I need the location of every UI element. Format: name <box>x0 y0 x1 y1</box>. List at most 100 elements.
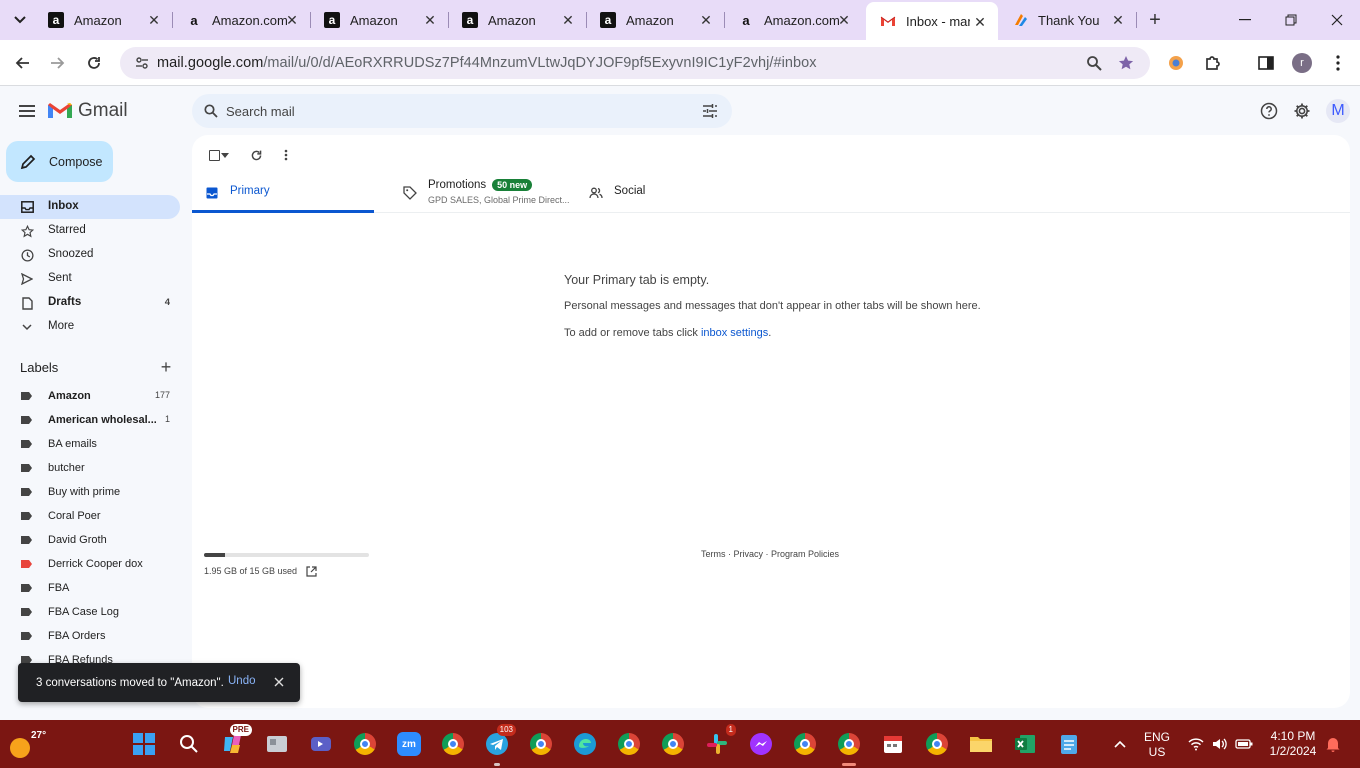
label-item[interactable]: BA emails <box>0 432 180 456</box>
copilot-pre-icon[interactable]: PRE <box>219 724 252 758</box>
label-item[interactable]: Derrick Cooper dox <box>0 552 180 576</box>
nav-item-snoozed[interactable]: Snoozed <box>0 243 180 267</box>
minimize-icon[interactable] <box>1222 0 1268 40</box>
bookmark-star-icon[interactable] <box>1114 51 1138 75</box>
program-policies-link[interactable]: Program Policies <box>771 549 839 559</box>
nav-item-starred[interactable]: Starred <box>0 219 180 243</box>
speaker-volume-icon[interactable] <box>1210 734 1230 754</box>
label-item[interactable]: FBA <box>0 576 180 600</box>
profile-avatar-icon[interactable]: r <box>1290 51 1314 75</box>
browser-tab[interactable]: a Amazon ✕ <box>448 0 586 40</box>
label-item[interactable]: butcher <box>0 456 180 480</box>
chrome-profile-icon[interactable] <box>527 730 555 758</box>
settings-gear-icon[interactable] <box>1291 100 1313 122</box>
language-indicator[interactable]: ENG US <box>1139 730 1175 760</box>
address-bar[interactable]: mail.google.com/mail/u/0/d/AEoRXRRUDSz7P… <box>120 47 1150 79</box>
zoom-app-icon[interactable]: zm <box>395 730 423 758</box>
clock[interactable]: 4:10 PM 1/2/2024 <box>1262 729 1324 759</box>
extensions-puzzle-icon[interactable] <box>1201 51 1225 75</box>
create-label-plus-icon[interactable]: + <box>158 357 174 377</box>
notification-bell-icon[interactable] <box>1323 734 1343 754</box>
label-item[interactable]: Amazon 177 <box>0 384 180 408</box>
label-item[interactable]: David Groth <box>0 528 180 552</box>
windows-start-icon[interactable] <box>130 730 158 758</box>
chrome-profile-icon[interactable] <box>659 730 687 758</box>
nav-item-drafts[interactable]: Drafts 4 <box>0 291 180 315</box>
help-icon[interactable] <box>1258 100 1280 122</box>
calendar-app-icon[interactable] <box>879 730 907 758</box>
label-item[interactable]: American wholesal... 1 <box>0 408 180 432</box>
label-item[interactable]: FBA Orders <box>0 624 180 648</box>
refresh-icon[interactable] <box>246 145 266 165</box>
external-link-icon[interactable] <box>305 565 317 577</box>
search-options-filter-icon[interactable] <box>700 101 720 121</box>
browser-tab[interactable]: a Amazon.com ✕ <box>724 0 862 40</box>
search-icon[interactable] <box>201 101 221 121</box>
main-menu-hamburger-icon[interactable] <box>15 99 39 123</box>
chrome-profile-icon[interactable] <box>791 730 819 758</box>
file-manager-icon[interactable] <box>263 730 291 758</box>
chrome-profile-icon-active[interactable] <box>835 730 863 766</box>
back-arrow-icon[interactable] <box>8 49 36 77</box>
excel-icon[interactable] <box>1011 730 1039 758</box>
edge-icon[interactable] <box>571 730 599 758</box>
tab-promotions[interactable]: Promotions 50 new GPD SALES, Global Prim… <box>390 173 570 213</box>
nav-item-inbox[interactable]: Inbox <box>0 195 180 219</box>
tab-primary[interactable]: Primary <box>192 173 374 213</box>
close-icon[interactable]: ✕ <box>1110 12 1126 28</box>
browser-tab[interactable]: a Amazon ✕ <box>310 0 448 40</box>
weather-widget[interactable]: 27° <box>10 728 50 760</box>
close-icon[interactable]: ✕ <box>284 12 300 28</box>
label-item[interactable]: Buy with prime <box>0 480 180 504</box>
browser-tab-active[interactable]: Inbox - man ✕ <box>866 2 998 40</box>
telegram-icon[interactable]: 103 <box>483 724 516 766</box>
slack-icon[interactable]: 1 <box>703 724 736 758</box>
side-panel-icon[interactable] <box>1254 51 1278 75</box>
gmail-logo[interactable]: Gmail <box>48 99 128 123</box>
extension-circle-icon[interactable] <box>1164 51 1188 75</box>
label-item[interactable]: FBA Case Log <box>0 600 180 624</box>
label-item[interactable]: Coral Poer <box>0 504 180 528</box>
close-icon[interactable]: ✕ <box>698 12 714 28</box>
folder-icon[interactable] <box>967 730 995 758</box>
search-bar[interactable] <box>192 94 732 128</box>
browser-menu-kebab-icon[interactable] <box>1326 51 1350 75</box>
zoom-magnifier-icon[interactable] <box>1082 51 1106 75</box>
close-icon[interactable] <box>271 674 287 690</box>
close-icon[interactable]: ✕ <box>972 14 988 30</box>
video-camera-icon[interactable] <box>307 730 335 758</box>
close-icon[interactable]: ✕ <box>146 12 162 28</box>
chrome-profile-icon[interactable] <box>923 730 951 758</box>
search-icon[interactable] <box>175 730 203 758</box>
browser-tab[interactable]: Thank You ✕ <box>998 0 1136 40</box>
search-input[interactable] <box>226 103 686 119</box>
privacy-link[interactable]: Privacy <box>734 549 764 559</box>
terms-link[interactable]: Terms <box>701 549 726 559</box>
select-dropdown-caret-icon[interactable] <box>218 145 232 165</box>
tab-search-chevron-icon[interactable] <box>8 8 32 32</box>
browser-tab[interactable]: a Amazon ✕ <box>34 0 172 40</box>
restore-icon[interactable] <box>1268 0 1314 40</box>
show-hidden-icons-chevron-icon[interactable] <box>1110 734 1130 754</box>
messenger-icon[interactable] <box>747 730 775 758</box>
forward-arrow-icon[interactable] <box>44 49 72 77</box>
site-settings-icon[interactable] <box>130 51 154 75</box>
close-icon[interactable]: ✕ <box>422 12 438 28</box>
chrome-profile-icon[interactable] <box>615 730 643 758</box>
account-avatar[interactable]: M <box>1326 99 1350 123</box>
chrome-profile-icon[interactable] <box>351 730 379 758</box>
inbox-settings-link[interactable]: inbox settings <box>701 327 768 339</box>
battery-icon[interactable] <box>1234 734 1254 754</box>
browser-tab[interactable]: a Amazon.com ✕ <box>172 0 310 40</box>
nav-item-sent[interactable]: Sent <box>0 267 180 291</box>
new-tab-plus-icon[interactable]: + <box>1143 8 1167 32</box>
more-options-kebab-icon[interactable] <box>276 145 296 165</box>
undo-button[interactable]: Undo <box>228 675 256 687</box>
compose-button[interactable]: Compose <box>6 141 113 182</box>
chrome-profile-icon[interactable] <box>439 730 467 758</box>
tab-social[interactable]: Social <box>576 173 746 213</box>
close-window-icon[interactable] <box>1314 0 1360 40</box>
close-icon[interactable]: ✕ <box>836 12 852 28</box>
close-icon[interactable]: ✕ <box>560 12 576 28</box>
reload-icon[interactable] <box>80 49 108 77</box>
